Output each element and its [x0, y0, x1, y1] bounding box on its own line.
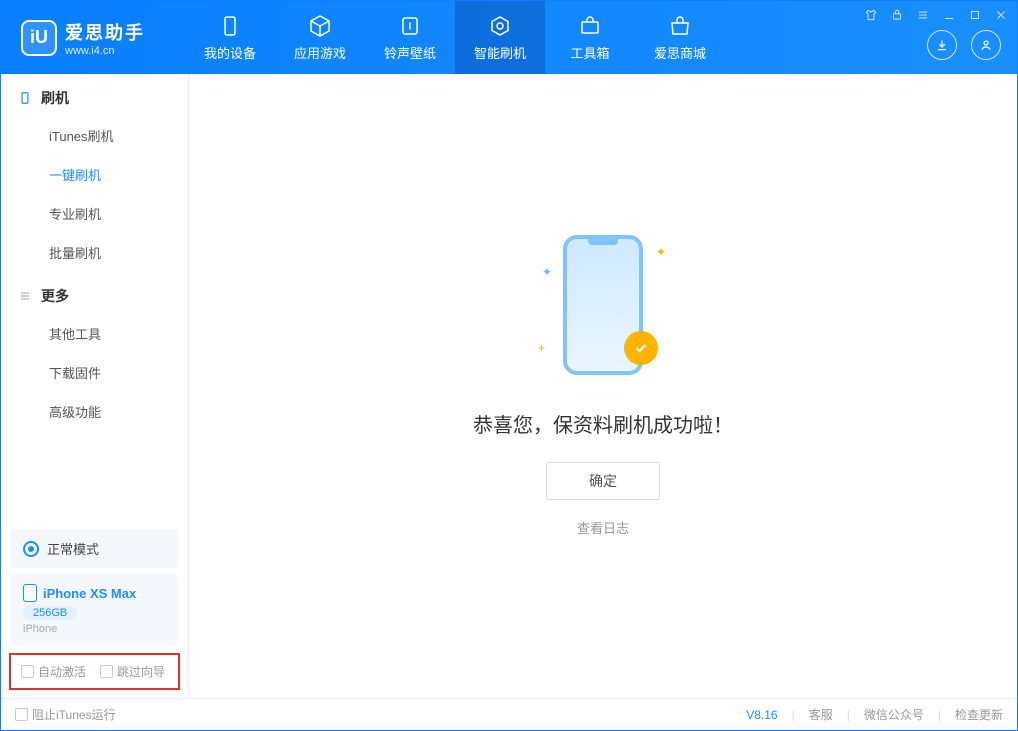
view-log-link[interactable]: 查看日志: [577, 518, 629, 537]
phone-icon: [17, 90, 33, 106]
download-icon[interactable]: [927, 30, 957, 60]
app-logo[interactable]: iU 爱思助手 www.i4.cn: [1, 19, 165, 57]
sidebar-item-oneclick-flash[interactable]: 一键刷机: [1, 155, 188, 194]
nav-label: 爱思商城: [654, 43, 706, 62]
more-icon: [17, 288, 33, 304]
check-badge-icon: [624, 331, 658, 365]
app-subtitle: www.i4.cn: [65, 45, 145, 57]
nav-label: 我的设备: [204, 43, 256, 62]
content-pane: ✦ ✦ + 恭喜您，保资料刷机成功啦！ 确定 查看日志: [189, 74, 1017, 698]
nav-smart-flash[interactable]: 智能刷机: [455, 1, 545, 74]
mode-indicator[interactable]: 正常模式: [11, 529, 178, 568]
success-illustration: ✦ ✦ +: [538, 235, 668, 385]
success-message: 恭喜您，保资料刷机成功啦！: [473, 409, 733, 438]
checkbox-icon: [15, 708, 28, 721]
menu-icon[interactable]: [915, 7, 931, 23]
lock-icon[interactable]: [889, 7, 905, 23]
sparkle-icon: ✦: [542, 265, 552, 279]
close-icon[interactable]: [993, 7, 1009, 23]
device-icon: [217, 13, 243, 39]
music-icon: [397, 13, 423, 39]
top-right-actions: [927, 30, 1001, 60]
main-area: 刷机 iTunes刷机 一键刷机 专业刷机 批量刷机 更多 其他工具 下载固件 …: [1, 74, 1017, 698]
device-card[interactable]: iPhone XS Max 256GB iPhone: [11, 574, 178, 645]
checkbox-skip-guide[interactable]: 跳过向导: [100, 663, 165, 680]
sidebar-item-itunes-flash[interactable]: iTunes刷机: [1, 116, 188, 155]
window-controls: [863, 7, 1009, 23]
logo-icon: iU: [21, 20, 57, 56]
nav-store[interactable]: 爱思商城: [635, 1, 725, 74]
checkbox-label: 阻止iTunes运行: [32, 706, 116, 723]
nav-toolbox[interactable]: 工具箱: [545, 1, 635, 74]
checkbox-icon: [21, 665, 34, 678]
checkbox-label: 跳过向导: [117, 663, 165, 680]
top-toolbar: iU 爱思助手 www.i4.cn 我的设备 应用游戏 铃声壁纸 智能刷机 工具…: [1, 1, 1017, 74]
nav-label: 应用游戏: [294, 43, 346, 62]
nav-label: 工具箱: [570, 43, 609, 62]
section-label: 刷机: [41, 88, 69, 108]
nav-my-device[interactable]: 我的设备: [185, 1, 275, 74]
mode-label: 正常模式: [47, 539, 99, 558]
mode-dot-icon: [23, 541, 39, 557]
sidebar-item-advanced[interactable]: 高级功能: [1, 392, 188, 431]
sidebar-item-other-tools[interactable]: 其他工具: [1, 314, 188, 353]
sparkle-icon: ✦: [656, 245, 666, 259]
refresh-icon: [487, 13, 513, 39]
section-label: 更多: [41, 286, 69, 306]
phone-small-icon: [23, 584, 37, 602]
section-more-title: 更多: [1, 272, 188, 314]
version-label: V8.16: [746, 708, 777, 722]
shirt-icon[interactable]: [863, 7, 879, 23]
minimize-icon[interactable]: [941, 7, 957, 23]
user-icon[interactable]: [971, 30, 1001, 60]
options-highlight: 自动激活 跳过向导: [9, 653, 180, 690]
cube-icon: [307, 13, 333, 39]
checkbox-auto-activate[interactable]: 自动激活: [21, 663, 86, 680]
nav-label: 智能刷机: [474, 43, 526, 62]
nav-ringtones[interactable]: 铃声壁纸: [365, 1, 455, 74]
sidebar: 刷机 iTunes刷机 一键刷机 专业刷机 批量刷机 更多 其他工具 下载固件 …: [1, 74, 189, 698]
checkbox-icon: [100, 665, 113, 678]
nav-label: 铃声壁纸: [384, 43, 436, 62]
nav-apps-games[interactable]: 应用游戏: [275, 1, 365, 74]
status-bar: 阻止iTunes运行 V8.16 | 客服 | 微信公众号 | 检查更新: [1, 698, 1017, 730]
top-nav: 我的设备 应用游戏 铃声壁纸 智能刷机 工具箱 爱思商城: [185, 1, 725, 74]
device-name-label: iPhone XS Max: [43, 586, 136, 601]
sparkle-icon: +: [538, 341, 545, 355]
checkbox-block-itunes[interactable]: 阻止iTunes运行: [15, 706, 116, 723]
check-update-link[interactable]: 检查更新: [955, 706, 1003, 723]
maximize-icon[interactable]: [967, 7, 983, 23]
device-type-label: iPhone: [23, 623, 166, 635]
ok-button[interactable]: 确定: [546, 462, 660, 500]
store-icon: [667, 13, 693, 39]
section-flash-title: 刷机: [1, 74, 188, 116]
toolbox-icon: [577, 13, 603, 39]
app-title: 爱思助手: [65, 19, 145, 45]
sidebar-item-download-firmware[interactable]: 下载固件: [1, 353, 188, 392]
sidebar-item-batch-flash[interactable]: 批量刷机: [1, 233, 188, 272]
device-storage-badge: 256GB: [23, 606, 77, 620]
wechat-link[interactable]: 微信公众号: [864, 706, 924, 723]
customer-service-link[interactable]: 客服: [809, 706, 833, 723]
checkbox-label: 自动激活: [38, 663, 86, 680]
sidebar-item-pro-flash[interactable]: 专业刷机: [1, 194, 188, 233]
